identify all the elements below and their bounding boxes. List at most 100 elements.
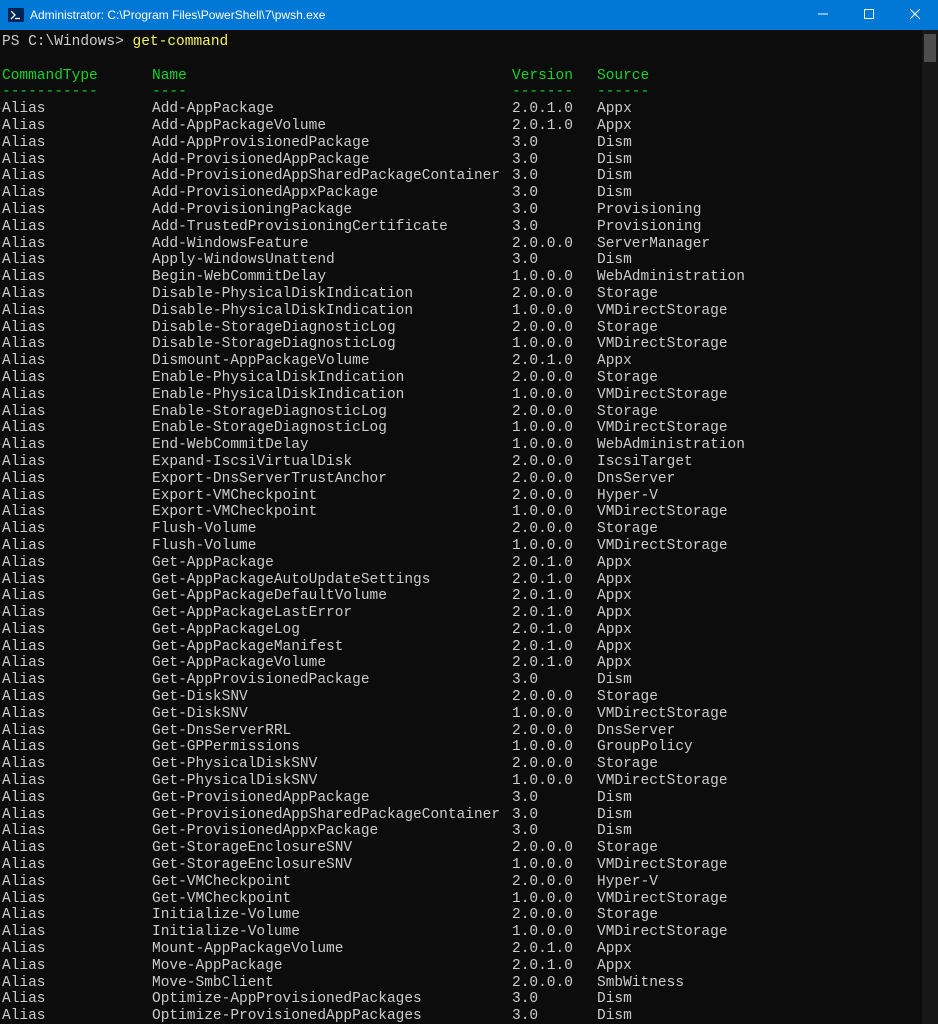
- cell-t: Alias: [2, 252, 152, 269]
- cell-t: Alias: [2, 689, 152, 706]
- header-commandtype: CommandType: [2, 68, 152, 85]
- cell-s: Storage: [597, 840, 658, 857]
- output-row: AliasGet-ProvisionedAppPackage3.0Dism: [2, 790, 938, 807]
- cell-s: ServerManager: [597, 236, 710, 253]
- scrollbar-track[interactable]: [922, 30, 938, 1024]
- output-row: AliasGet-AppPackageLog2.0.1.0Appx: [2, 622, 938, 639]
- cell-s: Storage: [597, 521, 658, 538]
- underline-name: ----: [152, 84, 512, 101]
- output-row: AliasBegin-WebCommitDelay1.0.0.0WebAdmin…: [2, 269, 938, 286]
- cell-n: End-WebCommitDelay: [152, 437, 512, 454]
- cell-n: Get-VMCheckpoint: [152, 891, 512, 908]
- cell-t: Alias: [2, 488, 152, 505]
- cell-t: Alias: [2, 655, 152, 672]
- maximize-button[interactable]: [846, 0, 892, 30]
- cell-s: Provisioning: [597, 219, 701, 236]
- cell-t: Alias: [2, 857, 152, 874]
- cell-s: DnsServer: [597, 471, 675, 488]
- cell-n: Add-ProvisionedAppxPackage: [152, 185, 512, 202]
- cell-n: Initialize-Volume: [152, 907, 512, 924]
- output-row: AliasExport-VMCheckpoint2.0.0.0Hyper-V: [2, 488, 938, 505]
- cell-s: VMDirectStorage: [597, 420, 728, 437]
- cell-n: Apply-WindowsUnattend: [152, 252, 512, 269]
- prompt-line: PS C:\Windows> get-command: [2, 34, 938, 51]
- cell-s: VMDirectStorage: [597, 538, 728, 555]
- cell-n: Disable-StorageDiagnosticLog: [152, 320, 512, 337]
- cell-t: Alias: [2, 370, 152, 387]
- close-button[interactable]: [892, 0, 938, 30]
- cell-s: WebAdministration: [597, 437, 745, 454]
- cell-n: Get-PhysicalDiskSNV: [152, 773, 512, 790]
- cell-n: Get-AppPackageLog: [152, 622, 512, 639]
- cell-n: Add-ProvisioningPackage: [152, 202, 512, 219]
- cell-t: Alias: [2, 269, 152, 286]
- powershell-window: Administrator: C:\Program Files\PowerShe…: [0, 0, 938, 1024]
- cell-n: Initialize-Volume: [152, 924, 512, 941]
- cell-v: 2.0.0.0: [512, 521, 597, 538]
- cell-s: Storage: [597, 404, 658, 421]
- cell-t: Alias: [2, 353, 152, 370]
- cell-n: Get-DnsServerRRL: [152, 723, 512, 740]
- cell-t: Alias: [2, 991, 152, 1008]
- cell-v: 2.0.1.0: [512, 605, 597, 622]
- output-row: AliasGet-DiskSNV1.0.0.0VMDirectStorage: [2, 706, 938, 723]
- cell-v: 2.0.0.0: [512, 756, 597, 773]
- cell-s: Appx: [597, 555, 632, 572]
- output-row: AliasGet-VMCheckpoint1.0.0.0VMDirectStor…: [2, 891, 938, 908]
- cell-n: Disable-PhysicalDiskIndication: [152, 286, 512, 303]
- window-titlebar[interactable]: Administrator: C:\Program Files\PowerShe…: [0, 0, 938, 30]
- cell-n: Get-DiskSNV: [152, 706, 512, 723]
- cell-t: Alias: [2, 387, 152, 404]
- cell-v: 1.0.0.0: [512, 336, 597, 353]
- scrollbar-thumb[interactable]: [924, 34, 936, 62]
- minimize-button[interactable]: [800, 0, 846, 30]
- output-row: AliasExpand-IscsiVirtualDisk2.0.0.0Iscsi…: [2, 454, 938, 471]
- cell-s: Dism: [597, 807, 632, 824]
- cell-n: Get-StorageEnclosureSNV: [152, 840, 512, 857]
- cell-v: 2.0.1.0: [512, 353, 597, 370]
- cell-n: Get-ProvisionedAppPackage: [152, 790, 512, 807]
- header-row: CommandTypeNameVersionSource: [2, 68, 938, 85]
- cell-v: 2.0.1.0: [512, 588, 597, 605]
- cell-v: 2.0.0.0: [512, 488, 597, 505]
- output-row: AliasFlush-Volume2.0.0.0Storage: [2, 521, 938, 538]
- cell-t: Alias: [2, 639, 152, 656]
- cell-n: Add-AppProvisionedPackage: [152, 135, 512, 152]
- cell-t: Alias: [2, 185, 152, 202]
- close-icon: [910, 8, 920, 22]
- cell-n: Get-ProvisionedAppxPackage: [152, 823, 512, 840]
- header-underline-row: ----------------------------: [2, 84, 938, 101]
- cell-t: Alias: [2, 891, 152, 908]
- cell-t: Alias: [2, 975, 152, 992]
- cell-t: Alias: [2, 723, 152, 740]
- output-row: AliasAdd-ProvisionedAppSharedPackageCont…: [2, 168, 938, 185]
- cell-n: Disable-PhysicalDiskIndication: [152, 303, 512, 320]
- cell-t: Alias: [2, 320, 152, 337]
- output-row: AliasApply-WindowsUnattend3.0Dism: [2, 252, 938, 269]
- entered-command: get-command: [133, 34, 229, 50]
- underline-source: ------: [597, 84, 649, 101]
- cell-s: VMDirectStorage: [597, 773, 728, 790]
- cell-n: Flush-Volume: [152, 521, 512, 538]
- blank-line: [2, 51, 938, 68]
- cell-t: Alias: [2, 823, 152, 840]
- cell-n: Get-PhysicalDiskSNV: [152, 756, 512, 773]
- cell-s: Dism: [597, 991, 632, 1008]
- cell-s: Appx: [597, 101, 632, 118]
- cell-n: Get-AppPackageDefaultVolume: [152, 588, 512, 605]
- cell-t: Alias: [2, 874, 152, 891]
- output-row: AliasGet-AppPackage2.0.1.0Appx: [2, 555, 938, 572]
- cell-n: Disable-StorageDiagnosticLog: [152, 336, 512, 353]
- cell-t: Alias: [2, 941, 152, 958]
- cell-t: Alias: [2, 336, 152, 353]
- cell-v: 2.0.0.0: [512, 723, 597, 740]
- output-row: AliasDisable-StorageDiagnosticLog2.0.0.0…: [2, 320, 938, 337]
- output-row: AliasAdd-AppPackageVolume2.0.1.0Appx: [2, 118, 938, 135]
- cell-t: Alias: [2, 555, 152, 572]
- cell-t: Alias: [2, 924, 152, 941]
- header-source: Source: [597, 68, 649, 85]
- cell-s: Hyper-V: [597, 874, 658, 891]
- output-row: AliasEnd-WebCommitDelay1.0.0.0WebAdminis…: [2, 437, 938, 454]
- terminal-area[interactable]: PS C:\Windows> get-command CommandTypeNa…: [0, 30, 938, 1024]
- cell-t: Alias: [2, 622, 152, 639]
